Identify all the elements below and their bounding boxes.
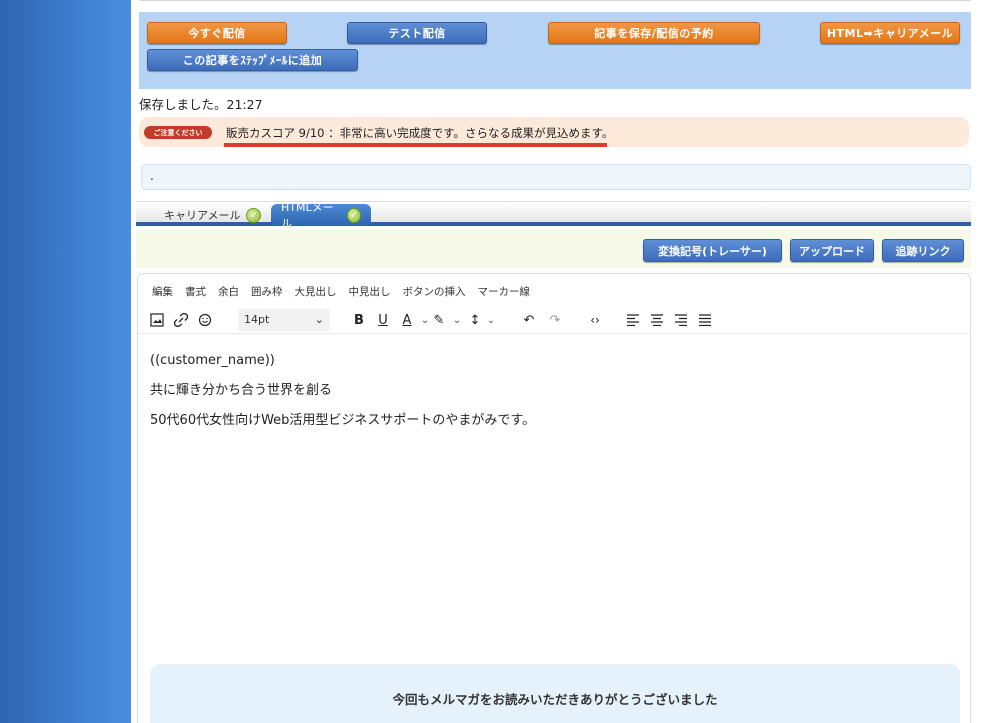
menu-insert-button[interactable]: ボタンの挿入 (403, 284, 466, 299)
top-divider (139, 0, 971, 2)
left-sidebar (0, 0, 131, 723)
source-code-icon[interactable]: ‹› (584, 309, 606, 331)
undo-icon[interactable]: ↶ (518, 309, 540, 331)
footer-card: 今回もメルマガをお読みいただきありがとうございました (150, 664, 960, 723)
bold-icon[interactable]: B (348, 309, 370, 331)
menu-edit[interactable]: 編集 (152, 284, 173, 299)
menu-frame[interactable]: 囲み枠 (251, 284, 283, 299)
tracer-button[interactable]: 変換記号(トレーサー) (643, 239, 782, 262)
notice-badge: ご注意ください (144, 126, 212, 139)
main-panel: 今すぐ配信 テスト配信 記事を保存/配信の予約 HTML➡キャリアメール この記… (131, 0, 980, 723)
menu-spacing[interactable]: 余白 (218, 284, 239, 299)
page-scrollbar[interactable] (980, 0, 1000, 723)
tab-carrier-label: キャリアメール (164, 209, 241, 222)
align-justify-icon[interactable] (694, 309, 716, 331)
menu-marker-line[interactable]: マーカー線 (478, 284, 531, 299)
image-icon[interactable] (146, 309, 168, 331)
notice-box: ご注意ください 販売カスコア 9/10 ：非常に高い完成度です。さらなる成果が見… (139, 117, 969, 147)
align-left-icon[interactable] (622, 309, 644, 331)
save-status: 保存しました。21:27 (139, 97, 263, 112)
chevron-down-icon[interactable]: ⌄ (480, 309, 502, 331)
tab-carrier-mail[interactable]: キャリアメール ✓ (154, 204, 271, 226)
emoji-icon[interactable] (194, 309, 216, 331)
upload-button[interactable]: アップロード (790, 239, 874, 262)
content-line: ((customer_name)) (150, 353, 275, 368)
menu-medium-heading[interactable]: 中見出し (349, 284, 391, 299)
editor-tools-row: 変換記号(トレーサー) アップロード 追跡リンク (136, 230, 971, 268)
chevron-down-icon: ⌄ (314, 313, 324, 326)
redo-icon[interactable]: ↷ (544, 309, 566, 331)
editor-toolbar: 14pt ⌄ B U A ⌄ ✎ ⌄ ↕ ⌄ ↶ ↷ ‹› (138, 306, 970, 334)
font-size-select[interactable]: 14pt ⌄ (238, 309, 330, 331)
menu-format[interactable]: 書式 (185, 284, 206, 299)
underline-icon[interactable]: U (372, 309, 394, 331)
mail-type-tabs: キャリアメール ✓ HTMLメール ✓ (136, 201, 971, 230)
check-icon: ✓ (246, 207, 262, 223)
notice-text: 販売カスコア 9/10 ：非常に高い完成度です。さらなる成果が見込めます。 (226, 126, 614, 140)
content-line: 共に輝き分かち合う世界を創る (150, 383, 333, 399)
footer-text: 今回もメルマガをお読みいただきありがとうございました (392, 692, 718, 707)
subject-field[interactable]: . (141, 164, 971, 190)
editor-menubar: 編集 書式 余白 囲み枠 大見出し 中見出し ボタンの挿入 マーカー線 (152, 284, 530, 299)
html-editor[interactable]: 編集 書式 余白 囲み枠 大見出し 中見出し ボタンの挿入 マーカー線 14pt… (137, 273, 971, 723)
align-center-icon[interactable] (646, 309, 668, 331)
action-panel: 今すぐ配信 テスト配信 記事を保存/配信の予約 HTML➡キャリアメール この記… (139, 12, 971, 89)
tab-html-mail[interactable]: HTMLメール ✓ (271, 201, 371, 230)
tab-html-label: HTMLメール (281, 201, 334, 230)
font-size-value: 14pt (244, 313, 270, 326)
test-send-button[interactable]: テスト配信 (347, 22, 487, 44)
send-now-button[interactable]: 今すぐ配信 (147, 22, 287, 44)
html-to-carrier-button[interactable]: HTML➡キャリアメール (820, 22, 960, 44)
save-schedule-button[interactable]: 記事を保存/配信の予約 (548, 22, 760, 44)
notice-underline (224, 143, 607, 147)
editor-content[interactable]: ((customer_name)) 共に輝き分かち合う世界を創る 50代60代女… (150, 352, 535, 443)
tracking-link-button[interactable]: 追跡リンク (882, 239, 964, 262)
check-icon: ✓ (346, 207, 361, 223)
align-right-icon[interactable] (670, 309, 692, 331)
add-to-step-mail-button[interactable]: この記事をｽﾃｯﾌﾟﾒｰﾙに追加 (147, 49, 358, 71)
content-line: 50代60代女性向けWeb活用型ビジネスサポートのやまがみです。 (150, 413, 536, 429)
menu-large-heading[interactable]: 大見出し (295, 284, 337, 299)
link-icon[interactable] (170, 309, 192, 331)
